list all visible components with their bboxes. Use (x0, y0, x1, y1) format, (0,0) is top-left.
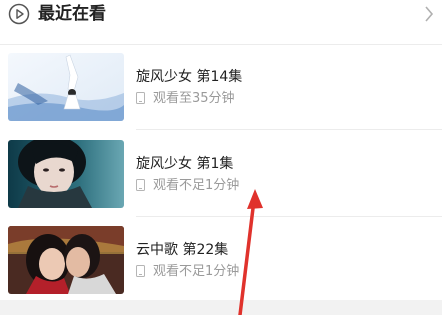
video-thumbnail[interactable] (8, 226, 124, 294)
progress-text: 观看不足1分钟 (153, 178, 240, 193)
phone-icon (136, 179, 145, 191)
progress-text: 观看至35分钟 (153, 91, 235, 106)
history-item[interactable]: 旋风少女 第14集 观看至35分钟 (0, 53, 442, 135)
watch-progress: 观看不足1分钟 (136, 263, 239, 281)
chevron-right-icon[interactable] (423, 4, 435, 24)
watch-progress: 观看不足1分钟 (136, 177, 239, 195)
video-thumbnail[interactable] (8, 53, 124, 121)
video-title[interactable]: 云中歌 第22集 (136, 241, 228, 259)
video-title[interactable]: 旋风少女 第1集 (136, 155, 233, 173)
watch-progress: 观看至35分钟 (136, 90, 235, 108)
history-item[interactable]: 旋风少女 第1集 观看不足1分钟 (0, 140, 442, 222)
progress-text: 观看不足1分钟 (153, 264, 240, 279)
divider (136, 216, 442, 217)
video-thumbnail[interactable] (8, 140, 124, 208)
section-title: 最近在看 (38, 4, 106, 24)
phone-icon (136, 92, 145, 104)
recently-watched-header[interactable]: 最近在看 (0, 0, 442, 33)
history-item[interactable]: 云中歌 第22集 观看不足1分钟 (0, 226, 442, 308)
divider (0, 44, 442, 45)
video-title[interactable]: 旋风少女 第14集 (136, 68, 242, 86)
divider (136, 129, 442, 130)
play-circle-icon (8, 3, 30, 25)
phone-icon (136, 265, 145, 277)
bottom-separator (0, 300, 442, 315)
